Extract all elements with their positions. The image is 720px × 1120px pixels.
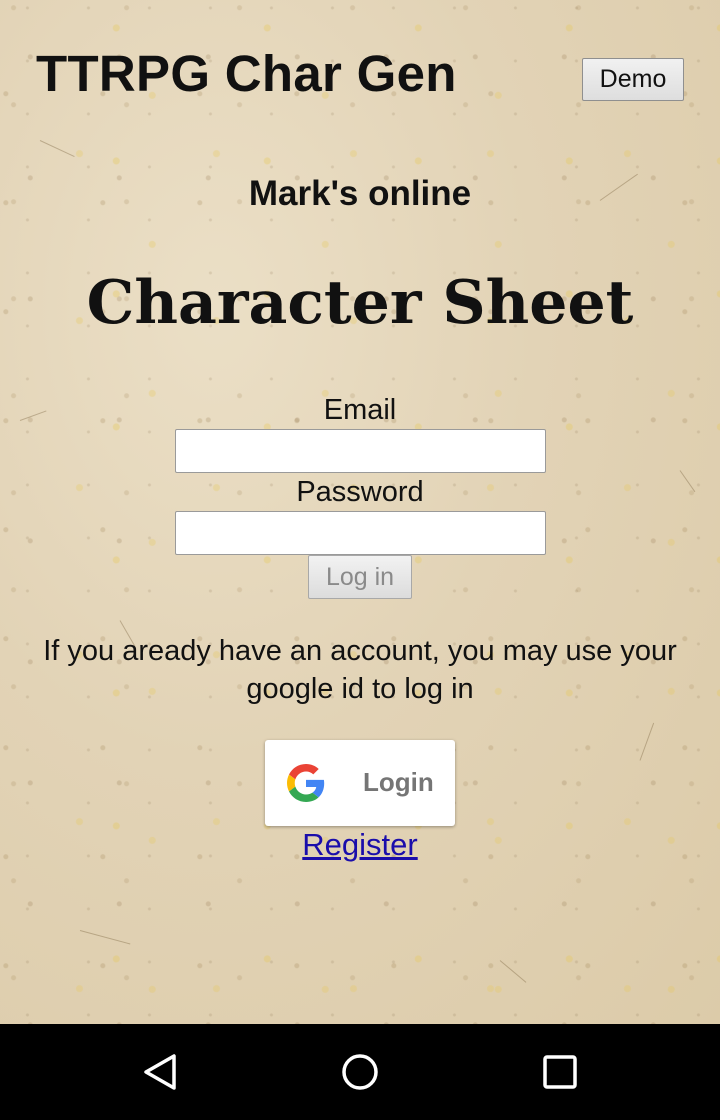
google-login-button[interactable]: Login: [265, 740, 455, 826]
paper-fiber: [39, 140, 75, 158]
page-title: Character Sheet: [86, 268, 634, 338]
system-navigation-bar: [0, 1024, 720, 1120]
google-login-label: Login: [363, 767, 434, 797]
recents-square-icon[interactable]: [540, 1052, 580, 1092]
online-status: Mark's online: [248, 174, 472, 213]
back-triangle-icon[interactable]: [140, 1052, 180, 1092]
register-link[interactable]: Register: [302, 827, 417, 862]
register-container: Register: [0, 826, 720, 864]
home-circle-icon[interactable]: [340, 1052, 380, 1092]
paper-fiber: [639, 722, 655, 761]
paper-fiber: [499, 960, 527, 983]
google-g-icon: [287, 764, 325, 802]
password-field[interactable]: [175, 511, 546, 555]
email-field[interactable]: [175, 429, 546, 473]
app-title: TTRPG Char Gen: [36, 45, 457, 102]
paper-fiber: [79, 930, 131, 945]
demo-button[interactable]: Demo: [582, 58, 684, 101]
google-login-note: If you aready have an account, you may u…: [43, 635, 677, 705]
app-screen: TTRPG Char Gen Demo Mark's online Charac…: [0, 0, 720, 1024]
email-label: Email: [323, 394, 397, 426]
login-button[interactable]: Log in: [308, 555, 412, 599]
password-label: Password: [296, 476, 424, 508]
